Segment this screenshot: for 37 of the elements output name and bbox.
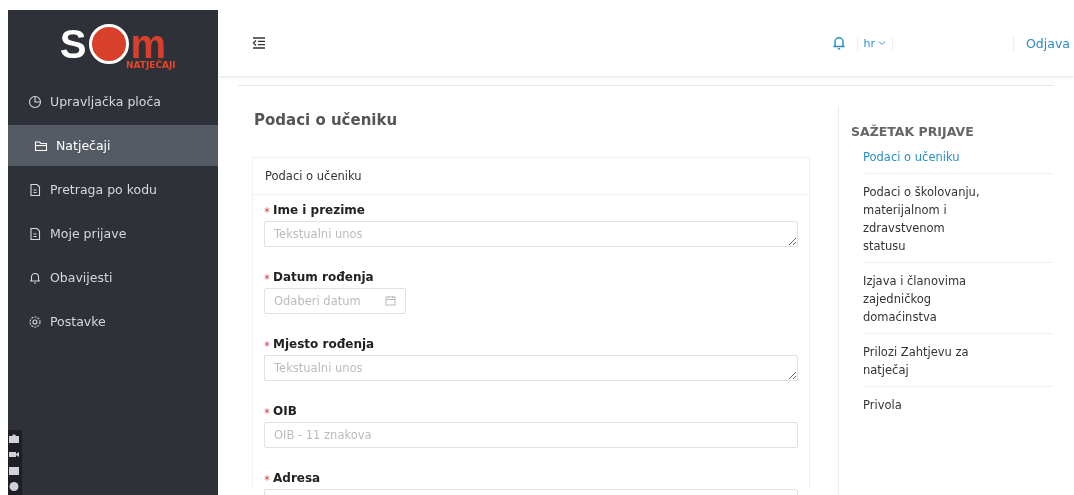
field-label: OIB [264,404,798,418]
text-area-field[interactable]: Tekstualni unos [264,221,798,247]
date-field[interactable]: Odaberi datum [264,288,406,314]
summary-link[interactable]: Podaci o školovanju, materijalnom i zdravstvenom statusu [863,174,1053,263]
document-icon [28,226,42,241]
pie-chart-icon [28,94,42,109]
summary-link[interactable]: Podaci o učeniku [863,139,1053,174]
page-title: Podaci o učeniku [254,111,399,129]
sidebar-item[interactable]: Postavke [8,301,218,342]
chevron-down-icon [878,40,887,46]
logo-letter: S [59,24,87,64]
sidebar-item[interactable]: Upravljačka ploča [8,81,218,122]
card-title: Podaci o učeniku [253,158,809,195]
language-selector[interactable]: hr [856,36,894,50]
field-label: Datum rođenja [264,270,798,284]
field-label: Ime i prezime [264,203,798,217]
bell-icon[interactable] [830,35,847,51]
sidebar-item[interactable]: Natječaji [8,125,218,166]
calendar-icon [385,295,396,306]
logout-link[interactable]: Odjava [1013,35,1070,51]
sidebar-item[interactable]: Pretraga po kodu [8,169,218,210]
menu-icon[interactable] [252,37,266,49]
sidebar-item[interactable]: Obavijesti [8,257,218,298]
sidebar-item[interactable]: Moje prijave [8,213,218,254]
bell-icon [28,270,42,285]
field-label: Mjesto rođenja [264,337,798,351]
folder-icon [34,138,48,153]
summary-link[interactable]: Prilozi Zahtjevu za natječaj [863,334,1053,387]
field-label: Adresa [264,471,798,485]
document-icon [28,182,42,197]
text-area-field[interactable]: Tekstualni unos [264,355,798,381]
summary-link[interactable]: Privola [863,387,1053,421]
video-camera-icon[interactable] [8,449,20,460]
summary-link[interactable]: Izjava i članovima zajedničkog domaćinstva [863,263,1053,334]
camera-icon[interactable] [8,433,20,444]
input-field[interactable]: OIB - 11 znakova [264,422,798,448]
summary-title: SAŽETAK PRIJAVE [851,124,975,139]
